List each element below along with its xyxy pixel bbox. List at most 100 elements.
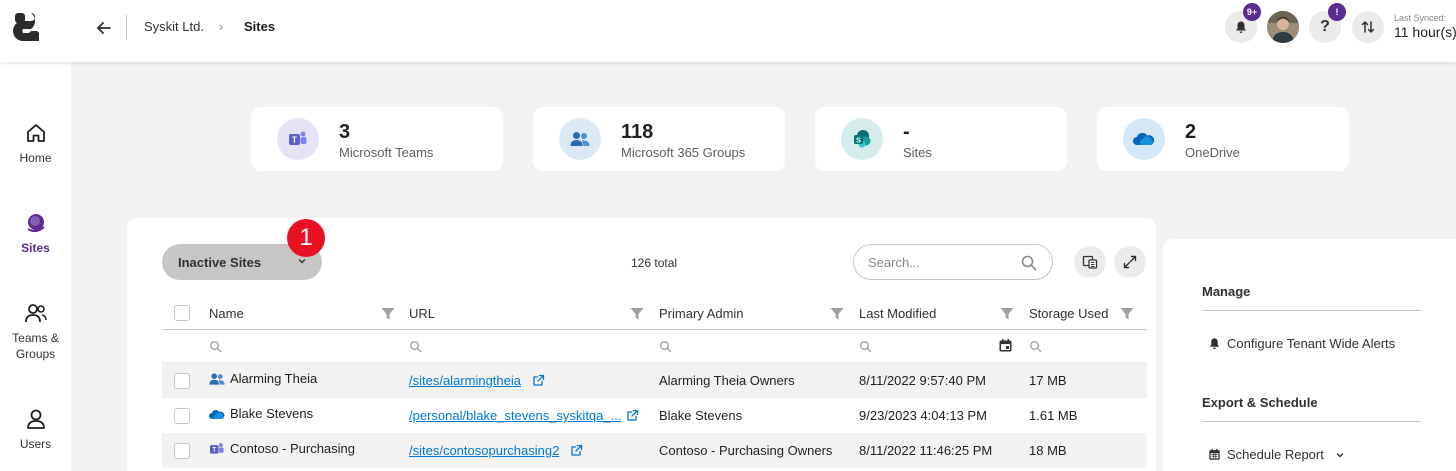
onedrive-icon <box>1123 118 1165 160</box>
search-icon[interactable] <box>409 340 422 353</box>
last-synced-value: 11 hour(s) <box>1394 24 1456 40</box>
site-url-link[interactable]: /personal/blake_stevens_syskitqa_... <box>409 408 621 423</box>
row-checkbox[interactable] <box>174 408 190 424</box>
nav-item-home[interactable]: Home <box>0 122 71 166</box>
row-checkbox[interactable] <box>174 373 190 389</box>
help-badge: ! <box>1328 3 1346 21</box>
search-icon[interactable] <box>1029 340 1042 353</box>
external-link-icon[interactable] <box>626 409 639 422</box>
nav-label-users: Users <box>19 437 52 451</box>
step-marker: 1 <box>287 219 325 257</box>
svg-text:S: S <box>856 136 861 145</box>
schedule-report-label: Schedule Report <box>1227 447 1324 462</box>
nav-item-teams-groups[interactable]: Teams & Groups <box>0 302 71 362</box>
select-all-checkbox[interactable] <box>174 305 190 321</box>
help-icon: ? <box>1320 18 1330 35</box>
nav-label-sites: Sites <box>21 241 50 255</box>
breadcrumb-chevron-icon: › <box>219 19 224 34</box>
groups-caption: Microsoft 365 Groups <box>621 145 746 160</box>
configure-alerts-button[interactable]: Configure Tenant Wide Alerts <box>1208 336 1395 351</box>
groups-icon <box>559 118 601 160</box>
divider <box>1202 421 1421 422</box>
search-icon[interactable] <box>1020 254 1038 272</box>
table-row[interactable]: Blake Stevens /personal/blake_stevens_sy… <box>162 398 1147 433</box>
view-dropdown-label: Inactive Sites <box>178 254 262 270</box>
expand-icon <box>1123 255 1137 269</box>
svg-text:T: T <box>212 447 216 454</box>
syskit-logo[interactable] <box>9 9 45 45</box>
storage-used: 1.61 MB <box>1029 408 1078 423</box>
summary-card-teams[interactable]: T 3 Microsoft Teams <box>251 107 503 171</box>
export-heading: Export & Schedule <box>1202 395 1318 410</box>
table-row[interactable]: Alarming Theia /sites/alarmingtheia Alar… <box>162 363 1147 398</box>
last-modified: 8/11/2022 11:46:25 PM <box>859 443 993 458</box>
summary-card-groups[interactable]: 118 Microsoft 365 Groups <box>533 107 785 171</box>
primary-admin: Contoso - Purchasing Owners <box>659 443 833 458</box>
teams-count: 3 <box>339 121 351 143</box>
manage-heading: Manage <box>1202 284 1251 299</box>
filter-icon[interactable] <box>629 306 645 322</box>
expand-button[interactable] <box>1114 246 1146 278</box>
nav-label-teams-groups: Teams & Groups <box>12 331 59 361</box>
sites-panel: Inactive Sites 1 126 total Name URL Prim… <box>127 218 1156 471</box>
table-row[interactable]: T Contoso - Purchasing /sites/contosopur… <box>162 433 1147 468</box>
actions-panel: Manage Configure Tenant Wide Alerts Expo… <box>1163 239 1456 471</box>
filter-icon[interactable] <box>829 306 845 322</box>
site-url-link[interactable]: /sites/alarmingtheia <box>409 373 521 388</box>
search-icon[interactable] <box>859 340 872 353</box>
column-header-modified[interactable]: Last Modified <box>859 306 936 321</box>
divider <box>1202 310 1421 311</box>
left-nav: Home Sites Teams & Groups Users <box>0 62 71 471</box>
onedrive-caption: OneDrive <box>1185 145 1240 160</box>
summary-card-onedrive[interactable]: 2 OneDrive <box>1097 107 1349 171</box>
last-modified: 9/23/2023 4:04:13 PM <box>859 408 987 423</box>
home-icon <box>26 124 45 142</box>
total-count: 126 total <box>631 256 678 270</box>
avatar[interactable] <box>1267 11 1299 43</box>
search-icon[interactable] <box>659 340 672 353</box>
table-header: Name URL Primary Admin Last Modified Sto… <box>162 298 1147 330</box>
nav-item-sites[interactable]: Sites <box>0 212 71 256</box>
breadcrumb-org[interactable]: Syskit Ltd. <box>144 19 204 34</box>
column-picker-button[interactable] <box>1074 246 1106 278</box>
sites-caption: Sites <box>903 145 932 160</box>
columns-icon <box>1082 255 1098 269</box>
teams-icon: T <box>277 118 319 160</box>
row-checkbox[interactable] <box>174 443 190 459</box>
teams-icon: T <box>210 443 224 454</box>
sites-count: - <box>903 121 910 143</box>
top-bar: Syskit Ltd. › Sites 9+ ? ! Last Synced: … <box>0 0 1456 62</box>
primary-admin: Blake Stevens <box>659 408 743 423</box>
chevron-down-icon <box>1336 452 1344 457</box>
external-link-icon[interactable] <box>532 374 545 387</box>
column-header-storage[interactable]: Storage Used <box>1029 306 1109 321</box>
primary-admin: Alarming Theia Owners <box>659 373 795 388</box>
onedrive-count: 2 <box>1185 121 1197 143</box>
filter-icon[interactable] <box>1119 306 1135 322</box>
back-arrow-icon[interactable] <box>94 18 114 38</box>
site-url-link[interactable]: /sites/contosopurchasing2 <box>409 443 559 458</box>
sync-button[interactable] <box>1352 11 1384 43</box>
search-input[interactable] <box>868 254 1008 270</box>
site-name[interactable]: Blake Stevens <box>230 406 313 421</box>
sharepoint-icon: S <box>841 118 883 160</box>
configure-alerts-label: Configure Tenant Wide Alerts <box>1227 336 1396 351</box>
filter-icon[interactable] <box>999 306 1015 322</box>
filter-icon[interactable] <box>380 306 396 322</box>
teams-groups-icon <box>24 304 47 323</box>
calendar-icon[interactable] <box>998 338 1013 353</box>
search-icon[interactable] <box>209 340 222 353</box>
notifications-badge: 9+ <box>1243 3 1261 21</box>
summary-card-sites[interactable]: S - Sites <box>815 107 1067 171</box>
nav-item-users[interactable]: Users <box>0 408 71 452</box>
search-box[interactable] <box>853 244 1053 280</box>
column-header-name[interactable]: Name <box>209 306 244 321</box>
site-name[interactable]: Alarming Theia <box>230 371 317 386</box>
site-name[interactable]: Contoso - Purchasing <box>230 441 355 456</box>
column-header-url[interactable]: URL <box>409 306 435 321</box>
storage-used: 17 MB <box>1029 373 1067 388</box>
external-link-icon[interactable] <box>570 444 583 457</box>
schedule-report-button[interactable]: Schedule Report <box>1208 447 1346 462</box>
groups-icon <box>209 373 225 385</box>
column-header-admin[interactable]: Primary Admin <box>659 306 744 321</box>
